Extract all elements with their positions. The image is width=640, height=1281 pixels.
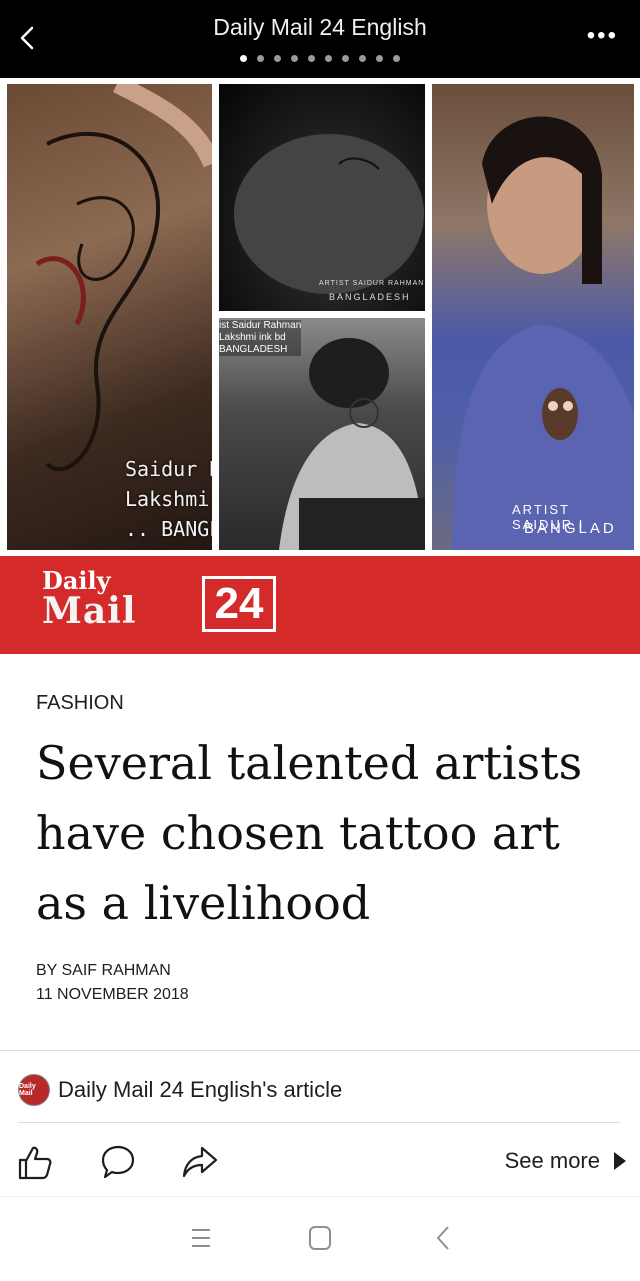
article-date: 11 NOVEMBER 2018 — [36, 986, 189, 1003]
photo-watermark: BANGLADESH — [329, 292, 411, 302]
photo-watermark: ARTIST SAIDUR RAHMAN — [319, 280, 425, 287]
photo-watermark: BANGLAD — [524, 520, 617, 537]
menu-icon[interactable] — [184, 1223, 218, 1253]
shoulder-silhouette — [234, 134, 424, 294]
publisher-banner: Daily Mail 24 — [0, 556, 640, 654]
page-dot[interactable] — [240, 55, 247, 62]
comment-icon[interactable] — [98, 1142, 138, 1182]
home-square-icon[interactable] — [303, 1223, 337, 1253]
tattoo-photo-arm: ARTIST SAIDUR I BANGLAD — [432, 84, 634, 550]
photo-watermark: Saidur Ra Lakshmi i .. BANGLAI — [125, 457, 212, 541]
divider — [18, 1122, 620, 1123]
article-category: FASHION — [36, 692, 124, 714]
top-bar: Daily Mail 24 English ••• — [0, 0, 640, 78]
woman-silhouette — [452, 116, 634, 550]
article-headline[interactable]: Several talented artists have chosen tat… — [36, 728, 616, 938]
page-title: Daily Mail 24 English — [213, 14, 427, 40]
page-dot[interactable] — [274, 55, 281, 62]
page-dot[interactable] — [257, 55, 264, 62]
logo-mail-text: Mail — [42, 590, 137, 632]
publisher-avatar: Daily Mail — [18, 1074, 50, 1106]
see-more-button[interactable]: See more — [505, 1148, 626, 1174]
article-byline: BY SAIF RAHMAN — [36, 962, 171, 979]
share-icon[interactable] — [180, 1142, 220, 1182]
divider — [0, 1050, 640, 1051]
page-dot[interactable] — [393, 55, 400, 62]
tattoo-photo-leg: Saidur Ra Lakshmi i .. BANGLAI — [7, 84, 212, 550]
page-dot[interactable] — [376, 55, 383, 62]
system-nav-bar — [0, 1196, 640, 1281]
page-dot[interactable] — [342, 55, 349, 62]
play-triangle-icon — [614, 1152, 626, 1170]
photo-watermark: ist Saidur Rahman Lakshmi ink bd BANGLAD… — [219, 320, 302, 356]
see-more-label: See more — [504, 1148, 600, 1173]
page-indicator-dots — [0, 55, 640, 62]
more-dots-icon[interactable]: ••• — [587, 22, 618, 50]
like-icon[interactable] — [14, 1142, 54, 1182]
logo-24-box: 24 — [202, 576, 276, 632]
tattoo-photo-shoulder: ARTIST SAIDUR RAHMAN BANGLADESH — [219, 84, 425, 311]
tattoo-photo-back: ist Saidur Rahman Lakshmi ink bd BANGLAD… — [219, 318, 425, 550]
action-bar: See more — [0, 1138, 640, 1186]
page-dot[interactable] — [308, 55, 315, 62]
article-source-label: Daily Mail 24 English's article — [58, 1077, 343, 1102]
article-image[interactable]: Saidur Ra Lakshmi i .. BANGLAI ARTIST SA… — [0, 78, 640, 556]
page-dot[interactable] — [359, 55, 366, 62]
article-source[interactable]: Daily Mail Daily Mail 24 English's artic… — [18, 1074, 342, 1106]
page-dot[interactable] — [291, 55, 298, 62]
back-icon[interactable] — [428, 1223, 462, 1253]
page-dot[interactable] — [325, 55, 332, 62]
